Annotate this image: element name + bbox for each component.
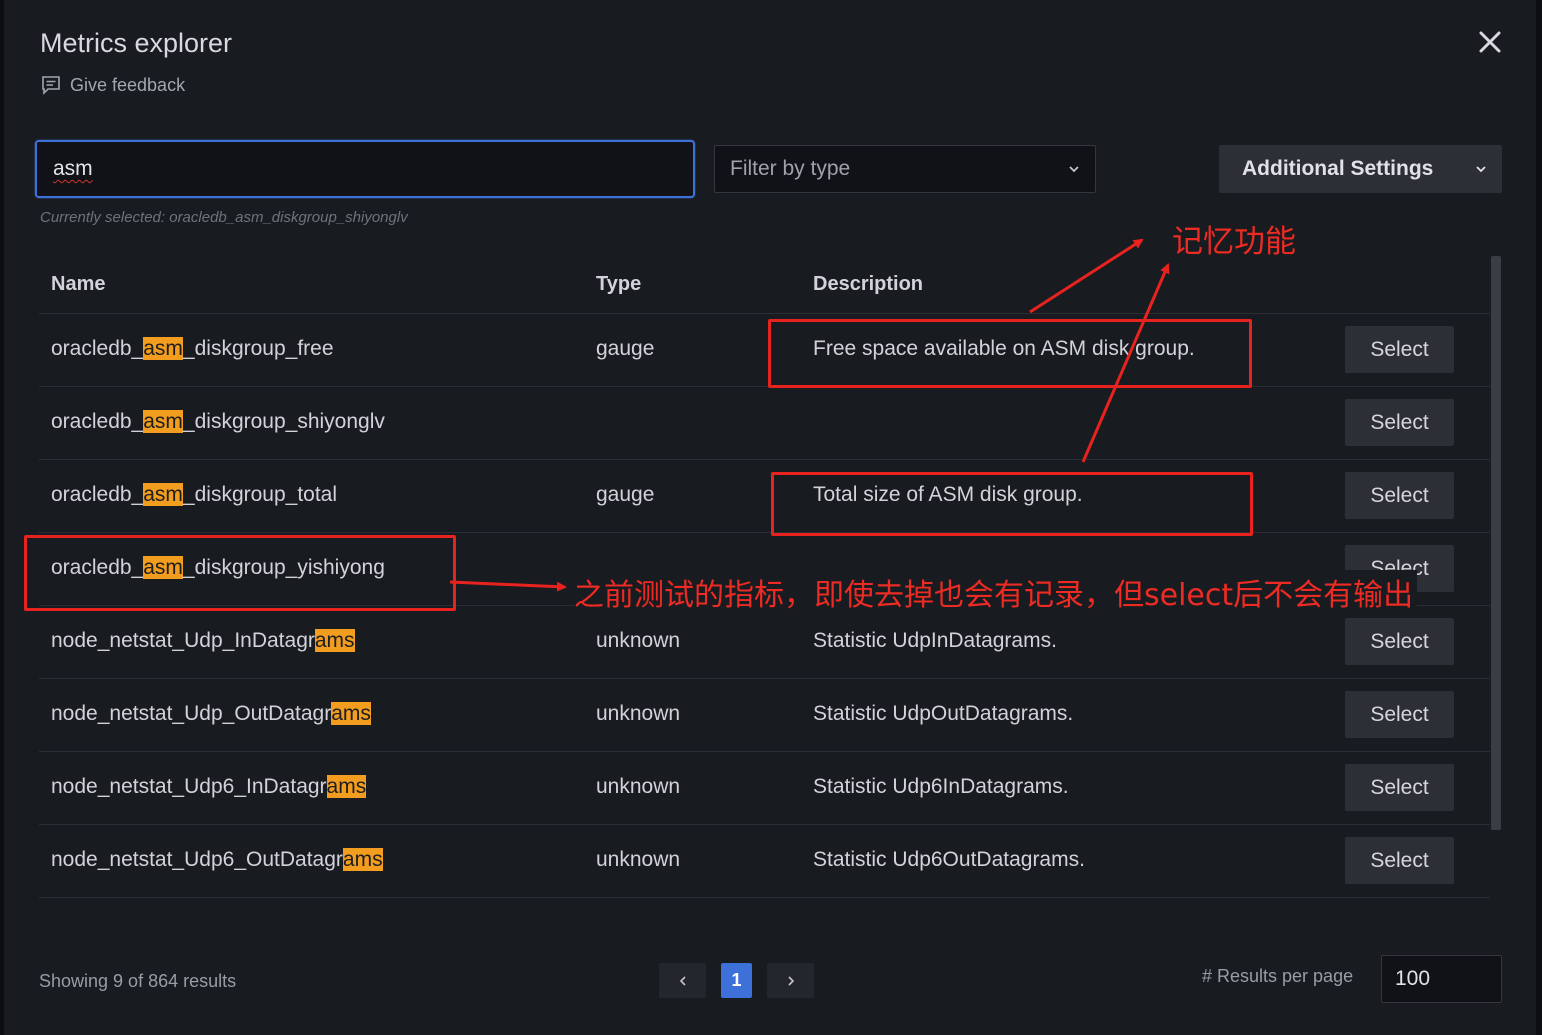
- annotation-note-label: 之前测试的指标，即使去掉也会有记录，但select后不会有输出: [574, 570, 1418, 614]
- annotation-arrow-3: [449, 580, 567, 592]
- annotation-arrows: [449, 238, 1170, 592]
- annotation-memory-label: 记忆功能: [1172, 224, 1296, 260]
- metrics-explorer-modal: Metrics explorer Give feedback asm Filte…: [0, 0, 1542, 1035]
- annotation-arrow-2: [1081, 263, 1170, 463]
- annotation-arrow-1: [1029, 238, 1144, 314]
